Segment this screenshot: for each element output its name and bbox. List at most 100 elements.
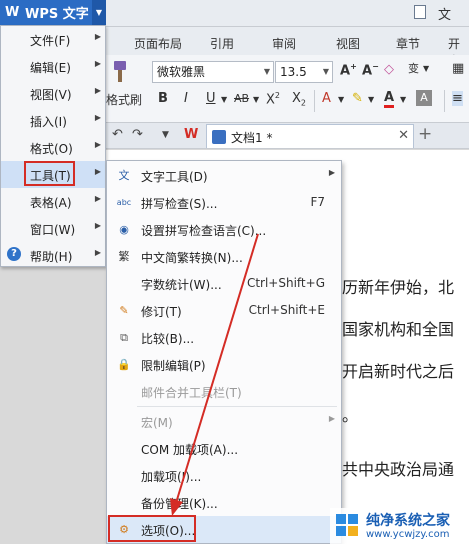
redo-icon[interactable]: ↷ xyxy=(132,127,143,142)
chevron-down-icon[interactable]: ▼ xyxy=(400,95,406,104)
menu-item-table[interactable]: 表格(A) ▶ xyxy=(1,188,105,215)
align-left-icon[interactable]: ≡ xyxy=(452,91,463,106)
globe-icon: ◉ xyxy=(119,223,129,236)
chevron-down-icon[interactable]: ▼ xyxy=(423,64,429,73)
italic-icon[interactable]: I xyxy=(184,91,188,106)
font-name-select[interactable]: 微软雅黑 ▼ xyxy=(152,61,274,83)
submenu-item-label: 字数统计(W)... xyxy=(141,278,222,292)
watermark-url: www.ycwjzy.com xyxy=(366,529,450,540)
font-color-icon[interactable]: A xyxy=(384,91,395,108)
new-tab-button[interactable]: + xyxy=(418,124,432,144)
superscript-icon[interactable]: X2 xyxy=(266,91,280,107)
chevron-down-icon[interactable]: ▼ xyxy=(92,0,106,25)
border-icon[interactable]: ▦ xyxy=(452,61,464,76)
submenu-item-restrict-editing[interactable]: 🔒 限制编辑(P) xyxy=(107,351,341,378)
tab-page-layout[interactable]: 页面布局 xyxy=(134,35,182,52)
strikethrough-icon[interactable]: AB xyxy=(234,92,249,105)
char-shading-icon[interactable]: A xyxy=(416,90,432,106)
submenu-item-word-count[interactable]: 字数统计(W)... Ctrl+Shift+G xyxy=(107,270,341,297)
menu-item-help[interactable]: ? 帮助(H) ▶ xyxy=(1,242,105,269)
submenu-item-backup-manager[interactable]: 备份管理(K)... xyxy=(107,489,341,516)
undo-icon[interactable]: ↶ xyxy=(112,127,123,142)
menu-item-format[interactable]: 格式(O) ▶ xyxy=(1,134,105,161)
menu-item-label: 文件(F) xyxy=(30,34,71,48)
chevron-down-icon[interactable]: ▼ xyxy=(368,95,374,104)
clear-format-icon[interactable]: ◇ xyxy=(384,62,394,77)
chevron-down-icon: ▼ xyxy=(322,67,329,76)
document-line: 共中央政治局通 xyxy=(342,460,455,479)
chevron-right-icon: ▶ xyxy=(94,167,101,176)
lock-icon: 🔒 xyxy=(117,358,131,371)
compare-icon: ⧉ xyxy=(120,331,128,344)
chevron-right-icon: ▶ xyxy=(328,414,335,423)
shrink-font-icon[interactable]: A− xyxy=(362,62,379,78)
document-icon xyxy=(414,5,426,19)
chevron-down-icon[interactable]: ▼ xyxy=(221,95,227,104)
chevron-down-icon[interactable]: ▼ xyxy=(338,95,344,104)
submenu-item-track-changes[interactable]: ✎ 修订(T) Ctrl+Shift+E xyxy=(107,297,341,324)
wps-logo-icon: W xyxy=(5,4,20,20)
submenu-item-spell-check[interactable]: abc 拼写检查(S)... F7 xyxy=(107,189,341,216)
chevron-right-icon: ▶ xyxy=(94,113,101,122)
phonetic-guide-icon[interactable]: 变 xyxy=(408,60,419,76)
menu-item-view[interactable]: 视图(V) ▶ xyxy=(1,80,105,107)
submenu-item-macro: 宏(M) ▶ xyxy=(107,408,341,435)
font-size-value: 13.5 xyxy=(280,65,307,79)
tab-view[interactable]: 视图 xyxy=(336,35,360,52)
tools-highlight-box xyxy=(24,161,75,186)
document-line: 历新年伊始，北 xyxy=(342,278,455,297)
track-changes-icon: ✎ xyxy=(119,304,129,317)
ribbon-tabs: 页面布局 引用 审阅 视图 章节 开发 xyxy=(106,27,469,68)
wps-menu-button[interactable]: W WPS 文字 ▼ xyxy=(0,0,106,25)
underline-icon[interactable]: U xyxy=(206,91,216,106)
submenu-item-label: 修订(T) xyxy=(141,305,182,319)
submenu-item-addins[interactable]: 加载项(I)... xyxy=(107,462,341,489)
submenu-item-spell-language[interactable]: ◉ 设置拼写检查语言(C)... xyxy=(107,216,341,243)
tab-review[interactable]: 审阅 xyxy=(272,35,296,52)
document-tab[interactable]: 文档1 * ✕ xyxy=(206,124,414,148)
submenu-item-label: 拼写检查(S)... xyxy=(141,197,218,211)
text-tools-icon: 文 xyxy=(118,169,130,182)
chevron-down-icon[interactable]: ▼ xyxy=(253,95,259,104)
chevron-right-icon: ▶ xyxy=(94,194,101,203)
chevron-right-icon: ▶ xyxy=(94,59,101,68)
submenu-item-text-tools[interactable]: 文 文字工具(D) ▶ xyxy=(107,162,341,189)
wps-logo-icon[interactable]: W xyxy=(184,127,198,142)
bold-icon[interactable]: B xyxy=(158,91,168,106)
watermark: 纯净系统之家 www.ycwjzy.com xyxy=(330,508,469,544)
menu-item-file[interactable]: 文件(F) ▶ xyxy=(1,26,105,53)
document-tab-name: 文档1 * xyxy=(231,131,273,145)
menu-item-window[interactable]: 窗口(W) ▶ xyxy=(1,215,105,242)
document-line: 。 xyxy=(342,406,359,425)
chevron-right-icon: ▶ xyxy=(94,248,101,257)
chevron-right-icon: ▶ xyxy=(94,221,101,230)
submenu-item-com-addins[interactable]: COM 加载项(A)... xyxy=(107,435,341,462)
menu-item-label: 编辑(E) xyxy=(30,61,71,75)
chevron-right-icon: ▶ xyxy=(94,140,101,149)
chevron-down-icon[interactable]: ▼ xyxy=(162,130,169,140)
menu-item-insert[interactable]: 插入(I) ▶ xyxy=(1,107,105,134)
menu-item-edit[interactable]: 编辑(E) ▶ xyxy=(1,53,105,80)
tab-section[interactable]: 章节 xyxy=(396,35,420,52)
subscript-icon[interactable]: X2 xyxy=(292,91,306,108)
chevron-right-icon: ▶ xyxy=(94,32,101,41)
highlight-icon[interactable]: ✎ xyxy=(352,91,363,106)
submenu-item-label: 比较(B)... xyxy=(141,332,195,346)
help-icon: ? xyxy=(7,247,21,261)
format-painter-icon[interactable] xyxy=(106,59,132,85)
chinese-convert-icon: 繁 xyxy=(118,250,130,263)
text-effect-icon[interactable]: A xyxy=(322,91,331,106)
close-icon[interactable]: ✕ xyxy=(398,128,409,143)
submenu-item-compare[interactable]: ⧉ 比较(B)... xyxy=(107,324,341,351)
document-tab-strip: ↶ ↷ ▼ W 文档1 * ✕ + xyxy=(106,123,469,149)
left-gray-area xyxy=(0,264,106,544)
tab-references[interactable]: 引用 xyxy=(210,35,234,52)
chevron-right-icon: ▶ xyxy=(94,86,101,95)
grow-font-icon[interactable]: A+ xyxy=(340,62,357,78)
shortcut-label: Ctrl+Shift+G xyxy=(246,276,325,290)
submenu-item-chinese-convert[interactable]: 繁 中文简繁转换(N)... xyxy=(107,243,341,270)
font-size-select[interactable]: 13.5 ▼ xyxy=(275,61,333,83)
menu-separator xyxy=(137,406,337,407)
menu-item-label: 格式(O) xyxy=(30,142,73,156)
tools-submenu: 文 文字工具(D) ▶ abc 拼写检查(S)... F7 ◉ 设置拼写检查语言… xyxy=(106,160,342,544)
